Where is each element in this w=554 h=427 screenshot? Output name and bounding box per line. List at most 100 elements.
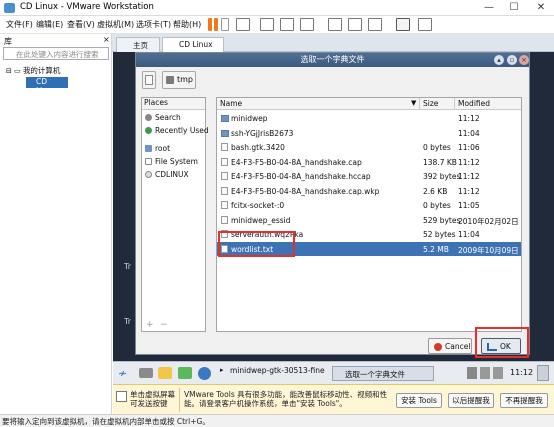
file-size: 392 bytes [423,172,461,181]
start-icon[interactable]: ≁ [118,367,132,380]
cancel-button[interactable]: Cancel [428,338,472,354]
dropdown-icon[interactable] [221,18,229,31]
menu-edit[interactable]: 编辑(E) [36,19,63,30]
send-keys-icon[interactable] [236,18,250,31]
view-icon[interactable] [368,18,382,31]
pause-icon[interactable] [208,18,212,31]
hint-message: VMware Tools 具有很多功能，能改善鼠标移动性、视频和性能。请登录客户… [184,390,388,408]
edit-path-button[interactable] [142,71,156,89]
file-modified: 11:12 [458,172,480,181]
place-label: CDLINUX [155,170,189,179]
library-close-button[interactable]: × [103,35,110,44]
editor-icon[interactable] [178,367,192,379]
file-size: 2.6 KB [423,186,448,196]
place-root[interactable]: root [145,144,170,153]
file-icon [221,143,228,151]
remove-bookmark-button[interactable]: − [160,320,168,330]
ok-label: OK [500,342,511,351]
tray-icon[interactable] [493,367,503,379]
library-search-input[interactable]: 在此处键入内容进行搜索 [3,47,109,60]
place-label: Recently Used [155,126,209,135]
column-modified[interactable]: Modified [458,99,490,108]
add-bookmark-button[interactable]: + [146,320,154,330]
never-remind-button[interactable]: 不再提醒我 [500,393,548,408]
menu-help[interactable]: 帮助(H) [173,19,201,30]
sidebar-toggle-icon[interactable] [328,18,342,31]
tree-item-cd-linux[interactable]: CD Linux [26,77,68,95]
folder-icon [221,115,229,122]
task-minidwep[interactable]: ▸ minidwep-gtk-30513-fine [218,366,328,381]
dialog-maximize-icon[interactable]: ▴ [494,55,504,65]
maximize-button[interactable]: ☐ [503,0,525,16]
file-size: 5.2 MB [423,244,449,254]
file-list: Name ▼ Size Modified minidwep 11:12 ssh-YG… [216,97,522,332]
menu-tabs[interactable]: 选项卡(T) [136,19,171,30]
clock-icon [145,127,152,134]
guest-taskbar: ≁ ▸ minidwep-gtk-30513-fine 选取一个字典文件 11:1… [113,361,554,384]
snapshot-icon[interactable] [260,18,274,31]
file-row[interactable]: minidwep_essid 529 bytes 2010年02月02日 [217,213,521,228]
file-name: E4-F3-F5-B0-04-8A_handshake.cap.wkp [231,186,380,196]
file-row[interactable]: bash.gtk.3420 0 bytes 11:06 [217,140,521,155]
status-bar: 要将输入定向到该虚拟机，请在虚拟机内部单击或按 Ctrl+G。 [0,414,554,427]
manage-snapshots-icon[interactable] [300,18,314,31]
file-manager-icon[interactable] [158,367,172,379]
file-icon [221,215,228,224]
places-header[interactable]: Places [142,98,205,110]
console-icon[interactable] [396,18,410,31]
menu-bar: 文件(F) 编辑(E) 查看(V) 虚拟机(M) 选项卡(T) 帮助(H) [0,16,554,34]
task-file-chooser[interactable]: 选取一个字典文件 [332,366,434,381]
vmware-tools-hint-bar: 单击虚拟屏幕 可发送按键 VMware Tools 具有很多功能，能改善鼠标移动… [113,384,554,414]
file-name: ssh-YGjJrisB2673 [231,128,294,138]
file-row[interactable]: ssh-YGjJrisB2673 11:04 [217,126,521,141]
column-name[interactable]: Name [220,99,242,108]
show-desktop-button[interactable] [537,365,549,381]
menu-vm[interactable]: 虚拟机(M) [97,19,134,30]
file-icon [221,186,228,195]
file-name: fcitx-socket-:0 [231,201,285,210]
column-divider [419,98,420,110]
menu-file[interactable]: 文件(F) [6,19,33,30]
tab-cd-linux[interactable]: CD Linux [162,37,224,52]
place-file-system[interactable]: File System [145,157,198,166]
cd-icon [145,171,152,178]
file-row[interactable]: E4-F3-F5-B0-04-8A_handshake.cap 138.7 KB 1… [217,155,521,170]
file-row[interactable]: E4-F3-F5-B0-04-8A_handshake.hccap 392 byt… [217,169,521,184]
path-button-tmp[interactable]: tmp [162,71,196,89]
vmware-app-icon [4,3,15,13]
dialog-close-icon[interactable]: × [519,55,529,65]
volume-icon[interactable] [480,367,490,379]
file-icon [221,201,228,209]
install-tools-button[interactable]: 安装 Tools [396,393,442,408]
terminal-icon[interactable] [139,368,153,378]
place-search[interactable]: Search [145,113,181,122]
file-row[interactable]: E4-F3-F5-B0-04-8A_handshake.cap.wkp 2.6 K… [217,184,521,199]
file-chooser-dialog: 选取一个字典文件 ▴ ▫ × tmp Places Search Recentl… [135,52,530,358]
ok-button[interactable]: OK [481,338,521,354]
hint-click-text: 单击虚拟屏幕 可发送按键 [130,390,175,408]
menu-view[interactable]: 查看(V) [67,19,95,30]
tab-home[interactable]: 主页 [116,37,160,52]
divider [179,388,180,412]
column-size[interactable]: Size [423,99,438,108]
minimize-button[interactable]: — [478,0,500,16]
path-label: tmp [177,75,194,84]
file-row[interactable]: fcitx-socket-:0 0 bytes 11:05 [217,198,521,213]
fullscreen-icon[interactable] [418,18,432,31]
network-icon[interactable] [467,367,477,379]
place-recently-used[interactable]: Recently Used [145,126,209,135]
window-title: CD Linux - VMware Workstation [20,2,154,12]
click-screen-icon [116,391,127,402]
clock: 11:12 [510,368,534,377]
close-button[interactable]: ✕ [530,0,552,16]
revert-snapshot-icon[interactable] [280,18,294,31]
thumbnail-icon[interactable] [348,18,362,31]
file-modified: 11:12 [458,186,480,196]
highlight-wordlist [218,231,295,257]
tree-item-my-computer[interactable]: ⊟ ▭ 我的计算机 [6,65,60,76]
browser-icon[interactable] [198,367,211,380]
file-row[interactable]: minidwep 11:12 [217,111,521,126]
place-cdlinux[interactable]: CDLINUX [145,170,189,179]
dialog-restore-icon[interactable]: ▫ [507,55,517,65]
remind-later-button[interactable]: 以后提醒我 [448,393,494,408]
